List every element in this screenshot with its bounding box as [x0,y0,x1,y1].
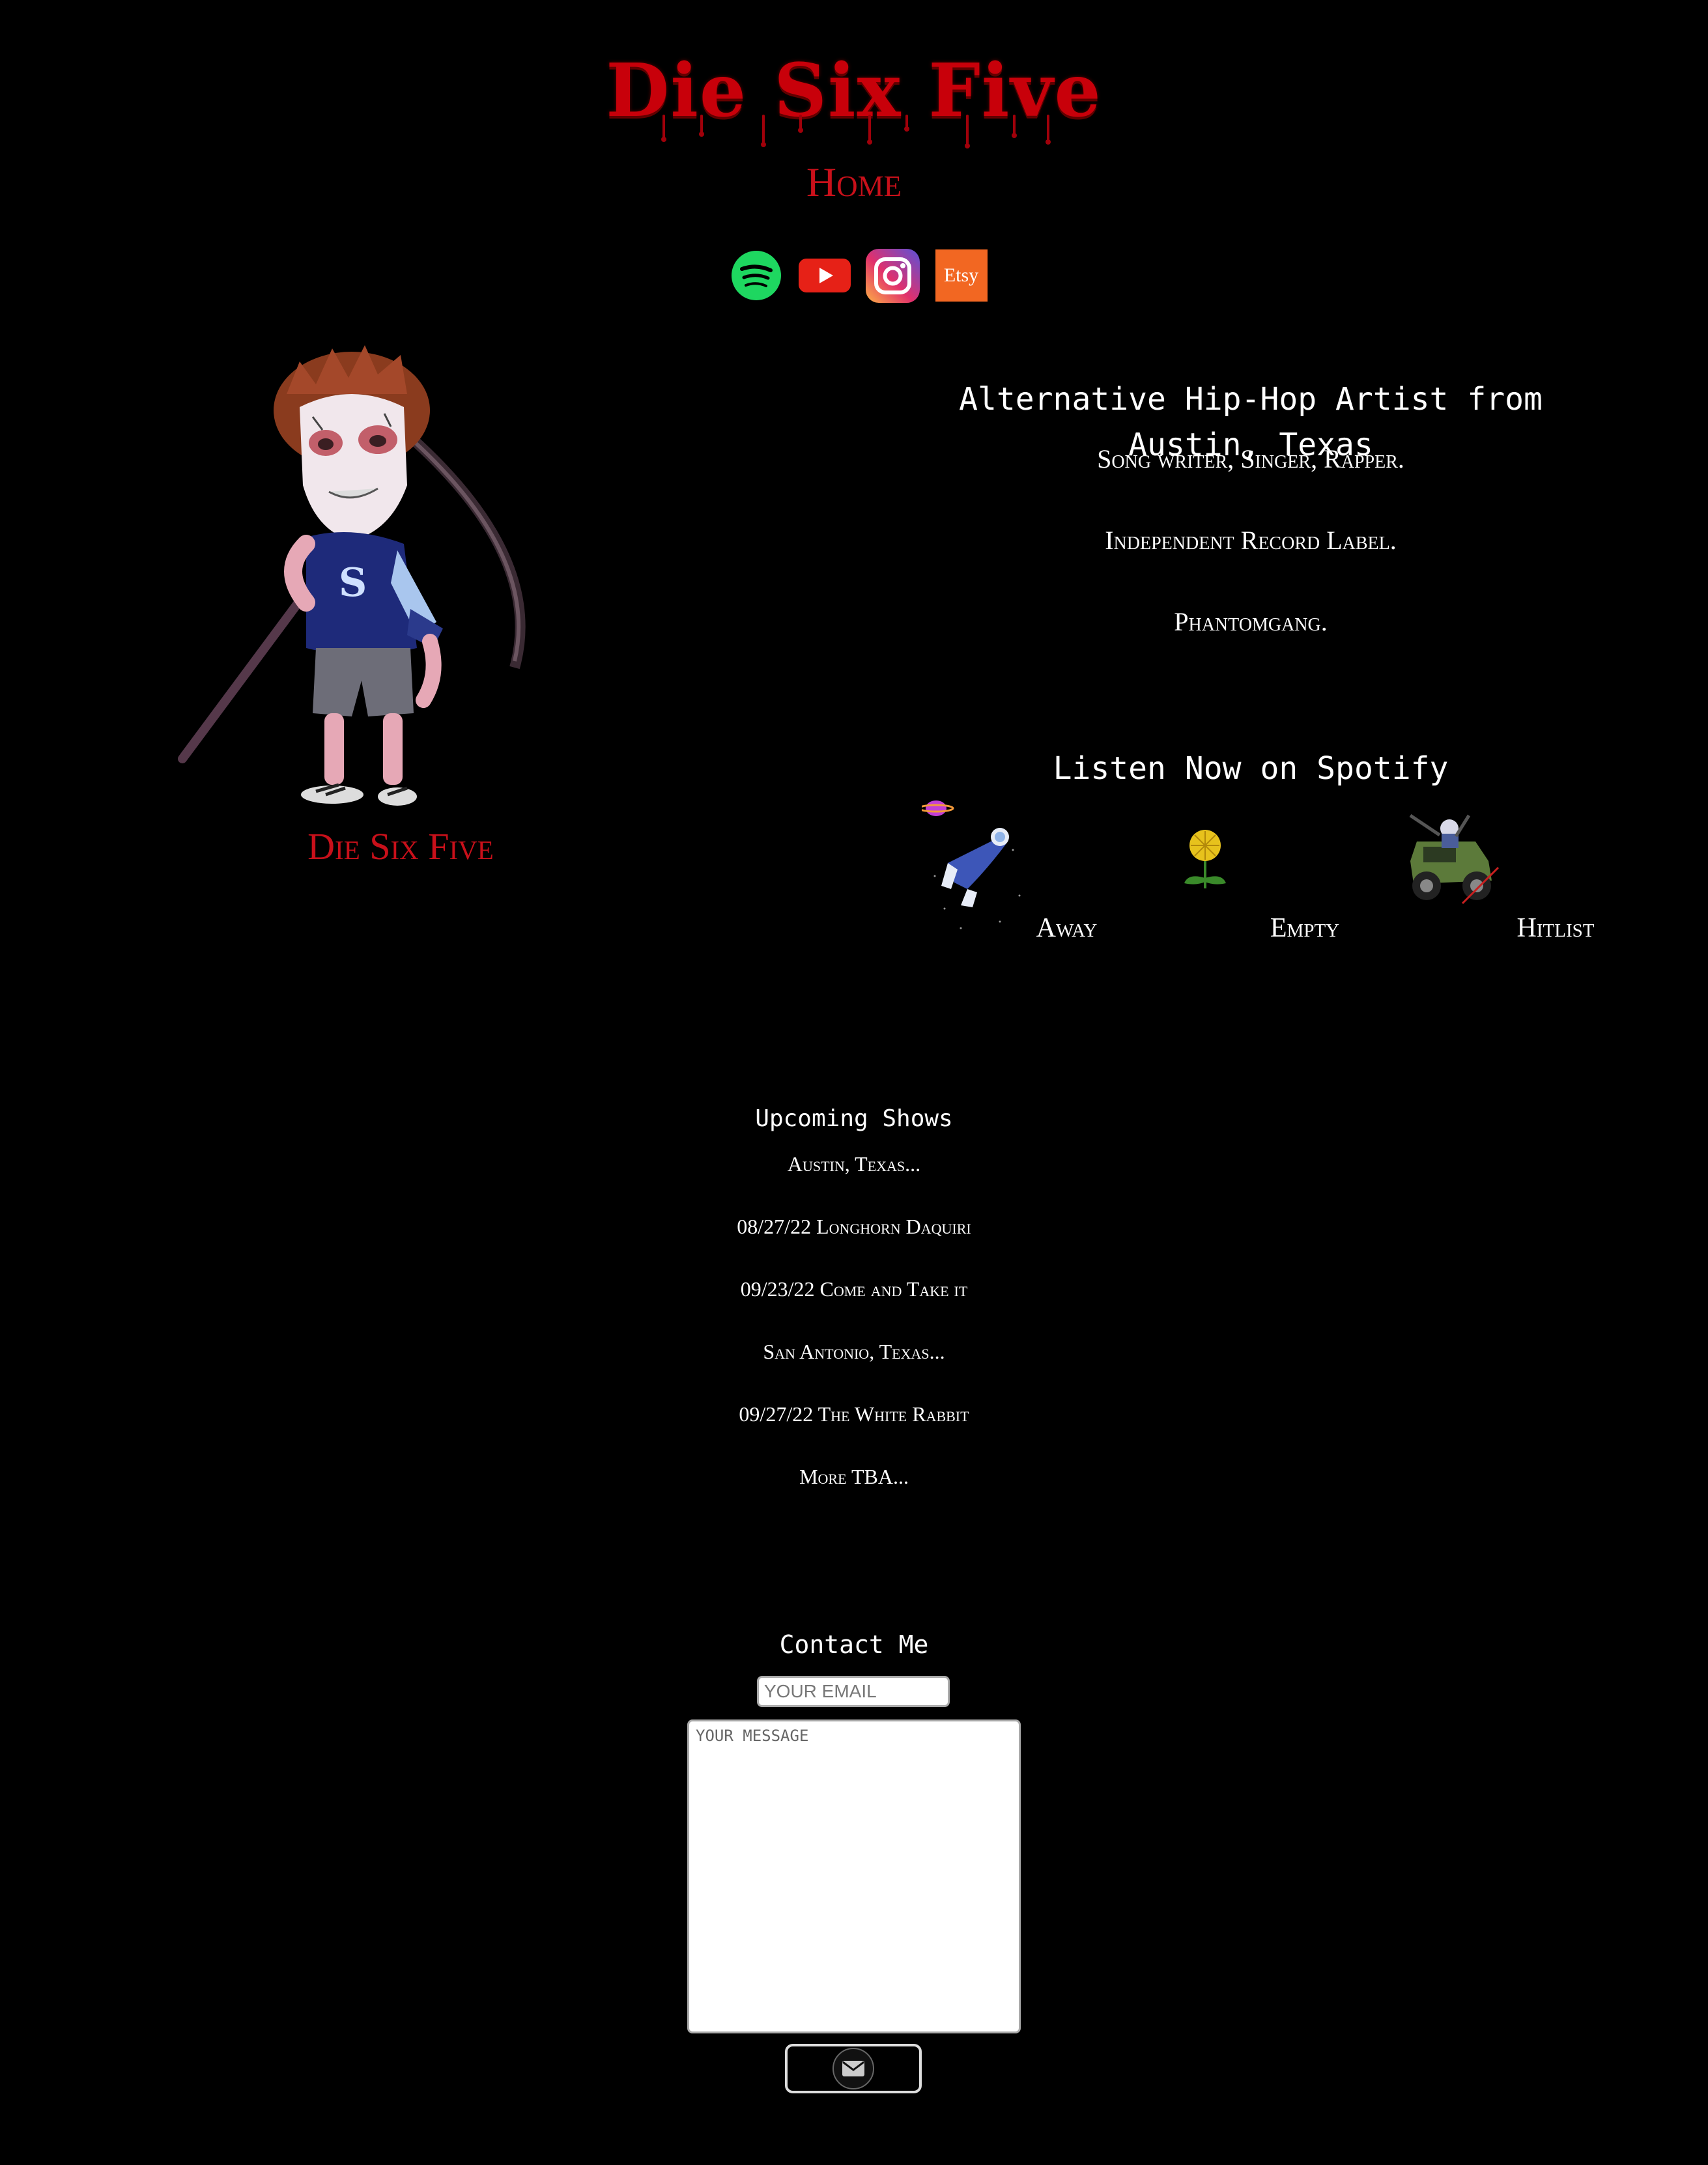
blood-drips-decoration [661,115,1051,149]
show-entry: 09/23/22 Come and Take it [740,1277,968,1301]
send-button[interactable] [785,2044,922,2093]
etsy-icon[interactable]: Etsy [933,248,989,304]
shows-heading: Upcoming Shows [755,1105,953,1132]
etsy-label: Etsy [935,249,988,302]
message-field[interactable] [687,1719,1021,2033]
jeep-art[interactable] [1404,802,1502,907]
about-line-label: Independent Record Label. [1105,526,1397,555]
about-line-songwriter: Song writer, Singer, Rapper. [1097,444,1404,474]
nav-home-label[interactable]: Home [806,159,902,205]
instagram-icon[interactable] [865,248,920,304]
envelope-icon [833,2048,874,2089]
song-empty-label[interactable]: Empty [1256,909,1354,948]
email-field[interactable] [757,1676,950,1707]
spotify-icon[interactable] [728,248,784,304]
dandelion-art[interactable] [1180,827,1230,892]
nav-home-link[interactable]: Home [0,156,1708,208]
about-line-gang: Phantomgang. [1174,607,1328,636]
show-city-san-antonio: San Antonio, Texas... [763,1340,945,1363]
contact-heading: Contact Me [779,1630,929,1659]
song-hitlist-label[interactable]: Hitlist [1503,909,1608,948]
masked-character-image: S [178,345,526,806]
youtube-icon[interactable] [797,248,852,304]
song-away-label[interactable]: Away [1023,909,1111,948]
listen-heading: Listen Now on Spotify [1053,750,1449,787]
hero-caption: Die Six Five [307,825,494,868]
show-city-austin: Austin, Texas... [787,1152,921,1176]
astronaut-art[interactable] [922,798,1026,941]
show-entry: 09/27/22 The White Rabbit [739,1402,969,1426]
svg-text:S: S [339,560,367,606]
social-links: Etsy [728,246,995,305]
show-entry: 08/27/22 Longhorn Daquiri [737,1215,971,1238]
show-more-tba: More TBA... [799,1465,909,1488]
